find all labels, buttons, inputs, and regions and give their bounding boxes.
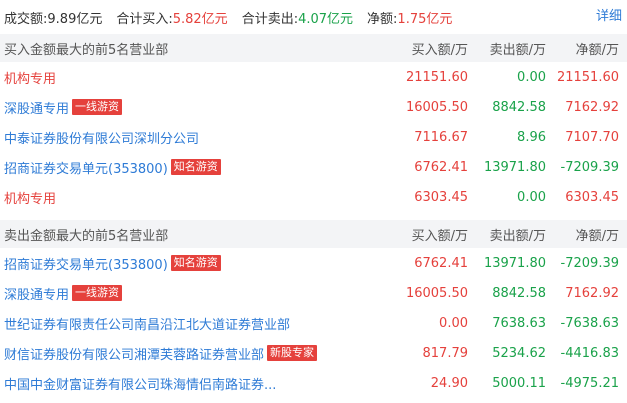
sell-amount-cell: 7638.63: [492, 315, 546, 331]
trader-tag-badge[interactable]: 一线游资: [72, 99, 123, 115]
buy-section-header: 买入金额最大的前5名营业部 买入额/万 卖出额/万 净额/万: [0, 34, 627, 62]
table-row: 世纪证券有限责任公司南昌沿江北大道证券营业部 0.00 7638.63 -7638.6…: [0, 308, 627, 338]
branch-name-cell: 深股通专用 一线游资: [0, 98, 384, 117]
branch-name-cell: 招商证券交易单元(353800) 知名游资: [0, 254, 384, 273]
sell-amount-cell: 8842.58: [492, 285, 546, 301]
branch-name-cell: 财信证券股份有限公司湘潭芙蓉路证券营业部 新股专家: [0, 344, 384, 363]
net-amount-cell: -4416.83: [560, 345, 619, 361]
total-sell-label: 合计卖出:: [241, 11, 299, 27]
sell-amount-cell: 0.00: [517, 69, 546, 85]
branch-name-cell: 招商证券交易单元(353800) 知名游资: [0, 158, 384, 177]
net-amount-cell: 7162.92: [565, 285, 619, 301]
net-stat: 净额:1.75亿元: [367, 8, 452, 27]
sell-section-header: 卖出金额最大的前5名营业部 买入额/万 卖出额/万 净额/万: [0, 220, 627, 248]
branch-name-link[interactable]: 中国中金财富证券有限公司珠海情侣南路证券...: [4, 374, 276, 393]
net-label: 净额:: [367, 11, 398, 27]
total-sell-value: 4.07亿元: [298, 11, 354, 27]
sell-rows: 招商证券交易单元(353800) 知名游资 6762.41 13971.80 -7209…: [0, 248, 627, 398]
total-buy-label: 合计买入:: [116, 11, 173, 27]
total-buy-stat: 合计买入:5.82亿元: [116, 8, 227, 27]
buy-rows: 机构专用 21151.60 0.00 21151.60 深股通专用 一线游资 16005.5…: [0, 62, 627, 212]
detail-link[interactable]: 详细: [596, 0, 622, 34]
buy-col-header-sell: 卖出额/万: [489, 42, 546, 58]
table-row: 机构专用 21151.60 0.00 21151.60: [0, 62, 627, 92]
buy-amount-cell: 7116.67: [414, 129, 468, 145]
sell-amount-cell: 8.96: [517, 129, 546, 145]
turnover-value: 9.89亿元: [47, 11, 103, 27]
net-amount-cell: -7209.39: [560, 159, 619, 175]
buy-amount-cell: 817.79: [422, 345, 469, 361]
table-row: 深股通专用 一线游资 16005.50 8842.58 7162.92: [0, 92, 627, 122]
table-row: 中国中金财富证券有限公司珠海情侣南路证券... 24.90 5000.11 -4975…: [0, 368, 627, 398]
branch-name-link[interactable]: 机构专用: [4, 68, 56, 87]
sell-section: 卖出金额最大的前5名营业部 买入额/万 卖出额/万 净额/万 招商证券交易单元(…: [0, 220, 627, 398]
buy-col-header-net: 净额/万: [575, 42, 619, 58]
branch-name-link[interactable]: 深股通专用: [4, 98, 69, 117]
total-sell-stat: 合计卖出:4.07亿元: [242, 8, 353, 27]
turnover-label: 成交额:: [4, 11, 48, 27]
buy-amount-cell: 21151.60: [405, 69, 468, 85]
trader-tag-badge[interactable]: 一线游资: [72, 285, 123, 301]
summary-bar: 成交额:9.89亿元 合计买入:5.82亿元 合计卖出:4.07亿元 净额:1.…: [0, 0, 627, 34]
buy-section: 买入金额最大的前5名营业部 买入额/万 卖出额/万 净额/万 机构专用 21151…: [0, 34, 627, 212]
buy-amount-cell: 24.90: [430, 375, 468, 391]
sell-amount-cell: 0.00: [517, 189, 546, 205]
net-value: 1.75亿元: [397, 11, 453, 27]
trader-tag-badge[interactable]: 知名游资: [170, 159, 221, 175]
branch-name-link[interactable]: 招商证券交易单元(353800): [4, 158, 168, 177]
net-amount-cell: 6303.45: [565, 189, 619, 205]
net-amount-cell: -7209.39: [560, 255, 619, 271]
net-amount-cell: -4975.21: [560, 375, 619, 391]
trader-tag-badge[interactable]: 知名游资: [170, 255, 221, 271]
buy-amount-cell: 16005.50: [405, 285, 468, 301]
branch-name-link[interactable]: 财信证券股份有限公司湘潭芙蓉路证券营业部: [4, 344, 264, 363]
branch-name-link[interactable]: 招商证券交易单元(353800): [4, 254, 168, 273]
sell-col-header-buy: 买入额/万: [411, 228, 468, 244]
buy-amount-cell: 6762.41: [414, 159, 468, 175]
sell-col-header-sell: 卖出额/万: [489, 228, 546, 244]
sell-amount-cell: 8842.58: [492, 99, 546, 115]
turnover-stat: 成交额:9.89亿元: [4, 8, 102, 27]
table-row: 招商证券交易单元(353800) 知名游资 6762.41 13971.80 -7209…: [0, 152, 627, 182]
buy-amount-cell: 6762.41: [414, 255, 468, 271]
branch-name-link[interactable]: 中泰证券股份有限公司深圳分公司: [4, 128, 199, 147]
table-row: 中泰证券股份有限公司深圳分公司 7116.67 8.96 7107.70: [0, 122, 627, 152]
branch-name-cell: 中泰证券股份有限公司深圳分公司: [0, 128, 384, 147]
branch-name-cell: 中国中金财富证券有限公司珠海情侣南路证券...: [0, 374, 384, 393]
trader-tag-badge[interactable]: 新股专家: [267, 345, 318, 361]
sell-amount-cell: 13971.80: [483, 255, 546, 271]
sell-amount-cell: 13971.80: [483, 159, 546, 175]
branch-name-link[interactable]: 深股通专用: [4, 284, 69, 303]
net-amount-cell: 7162.92: [565, 99, 619, 115]
branch-name-link[interactable]: 机构专用: [4, 188, 56, 207]
sell-amount-cell: 5234.62: [492, 345, 546, 361]
sell-col-header-net: 净额/万: [575, 228, 619, 244]
branch-name-cell: 世纪证券有限责任公司南昌沿江北大道证券营业部: [0, 314, 384, 333]
sell-amount-cell: 5000.11: [492, 375, 546, 391]
net-amount-cell: -7638.63: [560, 315, 619, 331]
branch-name-cell: 机构专用: [0, 68, 384, 87]
branch-name-link[interactable]: 世纪证券有限责任公司南昌沿江北大道证券营业部: [4, 314, 290, 333]
buy-amount-cell: 6303.45: [414, 189, 468, 205]
total-buy-value: 5.82亿元: [172, 11, 228, 27]
buy-section-title: 买入金额最大的前5名营业部: [4, 42, 169, 58]
buy-amount-cell: 16005.50: [405, 99, 468, 115]
table-row: 机构专用 6303.45 0.00 6303.45: [0, 182, 627, 212]
net-amount-cell: 21151.60: [556, 69, 619, 85]
buy-amount-cell: 0.00: [439, 315, 468, 331]
branch-name-cell: 机构专用: [0, 188, 384, 207]
table-row: 招商证券交易单元(353800) 知名游资 6762.41 13971.80 -7209…: [0, 248, 627, 278]
net-amount-cell: 7107.70: [565, 129, 619, 145]
table-row: 财信证券股份有限公司湘潭芙蓉路证券营业部 新股专家 817.79 5234.62 -44…: [0, 338, 627, 368]
buy-col-header-buy: 买入额/万: [411, 42, 468, 58]
sell-section-title: 卖出金额最大的前5名营业部: [4, 228, 169, 244]
branch-name-cell: 深股通专用 一线游资: [0, 284, 384, 303]
table-row: 深股通专用 一线游资 16005.50 8842.58 7162.92: [0, 278, 627, 308]
